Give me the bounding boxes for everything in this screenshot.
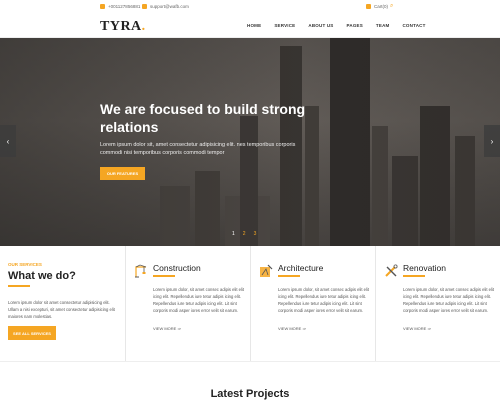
view-more-link[interactable]: VIEW MORE ⇒ <box>153 326 181 331</box>
prev-slide-button[interactable]: ‹ <box>0 125 16 157</box>
phone-icon <box>100 4 105 9</box>
site-header: TYRA. HOME SERVICE ABOUT US PAGES TEAM C… <box>0 15 500 38</box>
hero-description: Lorem ipsum dolor sit, amet consectetur … <box>100 142 296 156</box>
cart-link[interactable]: Cart(0) <box>366 4 388 9</box>
features-button[interactable]: OUR FEATURES <box>100 167 145 180</box>
crane-icon <box>135 264 147 278</box>
services-title: What we do? <box>8 270 76 282</box>
card-underline <box>278 275 300 277</box>
card-text: Lorem ipsum dolor, sit amet consec adipi… <box>153 287 245 313</box>
chevron-left-icon: ‹ <box>6 136 10 146</box>
card-title: Architecture <box>278 263 324 273</box>
nav-about-us[interactable]: ABOUT US <box>308 23 333 28</box>
search-icon[interactable]: ⌕ <box>390 3 393 10</box>
top-bar: +001127856881 support@wafb.com Cart(0) ⌕ <box>0 0 500 15</box>
card-underline <box>153 275 175 277</box>
mail-icon <box>142 4 147 9</box>
blueprint-icon <box>260 264 273 277</box>
nav-contact[interactable]: CONTACT <box>402 23 425 28</box>
slide-dot-2[interactable]: 2 <box>243 231 246 237</box>
section-divider <box>0 361 500 362</box>
service-card-architecture: Architecture Lorem ipsum dolor, sit amet… <box>250 246 375 361</box>
slide-pagination: 1 2 3 <box>232 231 256 237</box>
cart-icon <box>366 4 371 9</box>
nav-team[interactable]: TEAM <box>376 23 390 28</box>
service-card-construction: Construction Lorem ipsum dolor, sit amet… <box>125 246 250 361</box>
services-label: OUR SERVICES <box>8 262 42 267</box>
email-contact[interactable]: support@wafb.com <box>142 4 189 9</box>
hero-title: We are focused to build strong relations <box>100 101 306 135</box>
slide-dot-3[interactable]: 3 <box>254 231 257 237</box>
services-text: Lorem ipsum dolor sit amet consectetur a… <box>8 300 115 319</box>
nav-home[interactable]: HOME <box>247 23 261 28</box>
tools-icon <box>385 264 398 277</box>
title-underline <box>8 285 30 287</box>
card-text: Lorem ipsum dolor, sit amet consec adipi… <box>403 287 495 313</box>
card-underline <box>403 275 425 277</box>
main-nav: HOME SERVICE ABOUT US PAGES TEAM CONTACT <box>247 23 426 28</box>
view-more-link[interactable]: VIEW MORE ⇒ <box>278 326 306 331</box>
card-title: Construction <box>153 263 201 273</box>
cart-label: Cart(0) <box>374 4 389 9</box>
hero-slider: We are focused to build strong relations… <box>0 38 500 246</box>
site-logo[interactable]: TYRA. <box>100 19 146 35</box>
latest-projects-heading: Latest Projects <box>210 388 290 400</box>
next-slide-button[interactable]: › <box>484 125 500 157</box>
view-more-link[interactable]: VIEW MORE ⇒ <box>403 326 431 331</box>
phone-contact[interactable]: +001127856881 <box>100 4 140 9</box>
see-all-services-button[interactable]: SEE ALL SERVICES <box>8 326 56 340</box>
nav-service[interactable]: SERVICE <box>274 23 295 28</box>
nav-pages[interactable]: PAGES <box>347 23 363 28</box>
phone-number: +001127856881 <box>108 4 141 9</box>
slide-dot-1[interactable]: 1 <box>232 231 235 237</box>
card-title: Renovation <box>403 263 447 273</box>
services-intro: OUR SERVICES What we do? Lorem ipsum dol… <box>0 246 125 361</box>
email-address: support@wafb.com <box>150 4 189 9</box>
service-card-renovation: Renovation Lorem ipsum dolor, sit amet c… <box>375 246 500 361</box>
chevron-right-icon: › <box>490 136 494 146</box>
card-text: Lorem ipsum dolor, sit amet consec adipi… <box>278 287 370 313</box>
